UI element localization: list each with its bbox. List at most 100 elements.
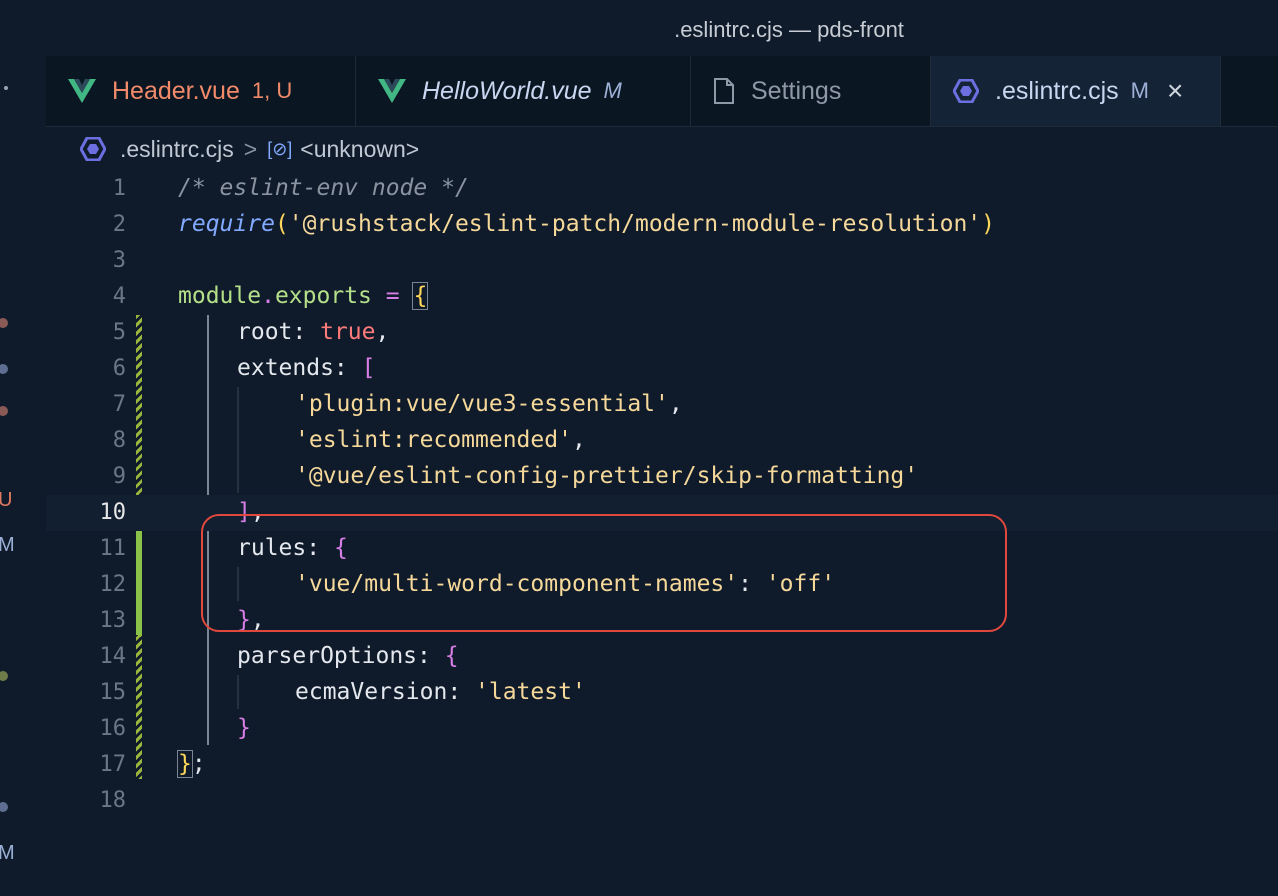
breadcrumb-separator: > [243,135,258,162]
tab-badge: M [1130,78,1149,103]
token: require [178,211,275,237]
vue-icon [68,79,96,103]
tab-helloworld-vue[interactable]: HelloWorld.vue M [356,56,691,126]
token: , [375,319,390,345]
code-line: 3 [46,243,1278,279]
tab-badge: M [603,78,622,103]
token: [ [361,355,376,381]
vue-icon [378,79,406,103]
window-title: .eslintrc.cjs — pds-front [674,17,904,42]
token: { [444,643,459,669]
code-line: 1 /* eslint-env node */ [46,171,1278,207]
token: '@rushstack/eslint-patch/modern-module-r… [288,211,982,237]
code-text: 'plugin:vue/vue3-essential', [295,391,683,417]
code-line: 5 root: true, [46,315,1278,351]
code-line: 16 } [46,711,1278,747]
line-number: 11 [99,536,127,561]
tab-bar: Header.vue 1, U HelloWorld.vue M Setting… [46,56,1278,127]
token: } [177,750,193,778]
token: exports [274,283,372,309]
line-number: 3 [112,248,126,273]
code-text: ecmaVersion: 'latest' [295,679,586,705]
status-dot-icon [0,671,8,681]
line-number: 13 [99,608,127,633]
code-line: 9 '@vue/eslint-config-prettier/skip-form… [46,459,1278,495]
status-dot-icon [0,318,8,328]
tab-label: Header.vue [112,76,240,105]
code-line: 14 parserOptions: { [46,639,1278,675]
token: 'eslint:recommended' [295,427,572,453]
code-text: 'eslint:recommended', [295,427,586,453]
annotation-highlight-box [201,514,1007,632]
code-text: root: true, [237,319,389,345]
token: parserOptions: [237,643,445,669]
code-line: 17 }; [46,747,1278,783]
code-text: }; [177,750,206,778]
token: } [237,715,251,741]
status-dot-icon [0,802,8,812]
token: '@vue/eslint-config-prettier/skip-format… [295,463,919,489]
symbol-icon: [⊘] [267,138,293,159]
line-number: 6 [112,356,126,381]
status-letter: M [0,534,15,556]
breadcrumb-file[interactable]: .eslintrc.cjs [120,136,234,163]
line-number: 18 [99,788,127,813]
code-line: 6 extends: [ [46,351,1278,387]
code-text: '@vue/eslint-config-prettier/skip-format… [295,463,918,489]
tab-eslintrc[interactable]: .eslintrc.cjs M × [931,56,1221,126]
code-text: parserOptions: { [237,643,459,669]
file-icon [713,78,735,104]
token: , [571,427,586,453]
token: true [320,319,376,345]
code-text: require('@rushstack/eslint-patch/modern-… [178,211,995,237]
status-letter: U [0,489,13,511]
tab-badge: 1, U [251,78,293,103]
token: ecmaVersion: [295,679,476,705]
token: = [371,283,414,309]
status-dot-icon [0,364,8,374]
token: root: [237,319,321,345]
line-number: 7 [112,392,126,417]
title-bar: .eslintrc.cjs — pds-front [0,0,1278,56]
code-line: 2 require('@rushstack/eslint-patch/moder… [46,207,1278,243]
token: . [261,283,275,309]
tab-label: HelloWorld.vue [422,76,592,105]
token: ; [191,751,206,777]
token: module [178,283,262,309]
tab-label: .eslintrc.cjs [995,76,1119,105]
dot-icon [4,86,8,90]
line-number: 15 [99,680,127,705]
tab-label: Settings [751,76,842,105]
token: ) [981,211,996,237]
line-number: 14 [99,644,127,669]
line-number: 4 [112,284,126,309]
line-number: 8 [112,428,126,453]
tab-settings[interactable]: Settings [691,56,931,126]
code-text: /* eslint-env node */ [178,175,469,201]
code-text: extends: [ [237,355,375,381]
line-number: 16 [99,716,127,741]
code-line: 7 'plugin:vue/vue3-essential', [46,387,1278,423]
code-line: 18 [46,783,1278,819]
breadcrumb: .eslintrc.cjs > [⊘] <unknown> [46,127,1278,171]
token: { [412,282,429,310]
tab-header-vue[interactable]: Header.vue 1, U [46,56,356,126]
code-line: 8 'eslint:recommended', [46,423,1278,459]
token: , [668,391,683,417]
code-text: } [237,715,251,741]
code-line: 15 ecmaVersion: 'latest' [46,675,1278,711]
token: ( [274,211,289,237]
token: extends: [237,355,362,381]
token: 'latest' [475,679,586,705]
line-number: 1 [112,176,126,201]
code-line: 4 module.exports = { [46,279,1278,315]
breadcrumb-symbol[interactable]: <unknown> [300,136,419,163]
token: 'plugin:vue/vue3-essential' [295,391,669,417]
close-icon[interactable]: × [1167,75,1183,107]
explorer-strip: U M M [0,56,46,896]
code-text: module.exports = { [178,282,429,310]
line-number: 2 [112,212,126,237]
line-number: 12 [99,572,127,597]
status-dot-icon [0,406,8,416]
line-number: 10 [99,500,127,525]
